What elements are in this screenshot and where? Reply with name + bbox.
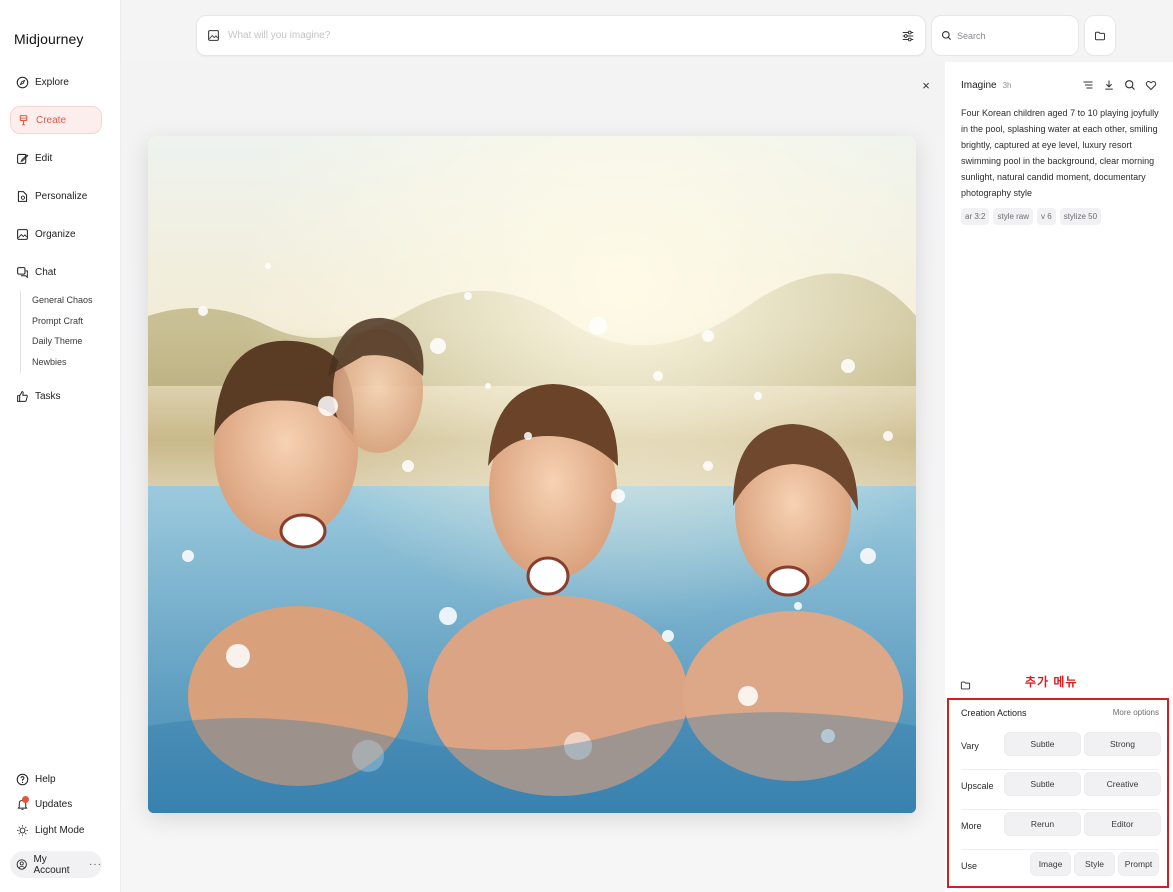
nav-chat[interactable]: Chat (10, 258, 102, 286)
nav-edit-label: Edit (35, 152, 53, 164)
nav-chat-label: Chat (35, 266, 57, 278)
account-more-icon[interactable]: ··· (89, 859, 102, 870)
menu-lines-icon[interactable] (1082, 79, 1094, 91)
nav-tasks-label: Tasks (35, 390, 61, 402)
close-viewer-button[interactable]: × (918, 78, 934, 94)
updates-notification-badge (22, 796, 29, 803)
user-avatar-icon (16, 859, 27, 870)
heart-icon[interactable] (1145, 79, 1157, 91)
folder-icon (1095, 31, 1105, 40)
chat-icon (17, 266, 28, 278)
nav-updates-label: Updates (35, 798, 73, 810)
nav-explore[interactable]: Explore (10, 68, 102, 96)
nav-organize-label: Organize (35, 228, 76, 240)
more-label: More (961, 821, 982, 831)
creation-actions: Creation Actions More options Vary Subtl… (947, 698, 1169, 888)
channel-daily-theme[interactable]: Daily Theme (32, 332, 93, 353)
thumbs-up-icon (17, 390, 28, 402)
search-input[interactable] (957, 30, 1067, 41)
prompt-text: Four Korean children aged 7 to 10 playin… (961, 108, 1159, 198)
panel-title: Imagine (961, 80, 997, 91)
nav-personalize[interactable]: Personalize (10, 182, 102, 210)
upscale-subtle-button[interactable]: Subtle (1004, 772, 1081, 796)
tag-version[interactable]: v 6 (1037, 208, 1056, 225)
compass-icon (16, 76, 29, 88)
use-image-button[interactable]: Image (1030, 852, 1071, 876)
action-row-vary: Vary Subtle Strong (949, 728, 1167, 770)
nav-personalize-label: Personalize (35, 190, 88, 202)
nav-light-mode[interactable]: Light Mode (10, 816, 102, 844)
tag-stylize[interactable]: stylize 50 (1059, 208, 1102, 225)
imagine-input[interactable] (228, 30, 901, 41)
vary-strong-button[interactable]: Strong (1084, 732, 1161, 756)
folder-icon (960, 681, 971, 690)
use-style-button[interactable]: Style (1074, 852, 1115, 876)
channel-general-chaos[interactable]: General Chaos (32, 291, 93, 312)
upscale-label: Upscale (961, 781, 994, 791)
tag-aspect-ratio[interactable]: ar 3:2 (961, 208, 990, 225)
search-box (931, 15, 1079, 56)
action-row-more: More Rerun Editor (949, 808, 1167, 850)
more-options-link[interactable]: More options (1113, 708, 1159, 717)
action-row-upscale: Upscale Subtle Creative (949, 768, 1167, 810)
generated-image[interactable] (148, 136, 916, 813)
upscale-creative-button[interactable]: Creative (1084, 772, 1161, 796)
tag-style-raw[interactable]: style raw (993, 208, 1034, 225)
brush-icon (19, 114, 28, 125)
search-zoom-icon[interactable] (1124, 79, 1136, 91)
personalize-icon (17, 190, 28, 202)
sidebar: Midjourney Explore Create Edit Personali… (0, 0, 121, 892)
nav-edit[interactable]: Edit (10, 144, 102, 172)
use-label: Use (961, 861, 978, 871)
nav-help-label: Help (35, 773, 56, 785)
creation-actions-title: Creation Actions (961, 708, 1027, 718)
nav-updates[interactable]: Updates (10, 790, 102, 818)
action-row-use: Use Image Style Prompt (949, 848, 1167, 888)
use-prompt-button[interactable]: Prompt (1118, 852, 1159, 876)
account-label: My Account (33, 853, 70, 876)
vary-subtle-button[interactable]: Subtle (1004, 732, 1081, 756)
brand-logo[interactable]: Midjourney (14, 31, 83, 47)
nav-tasks[interactable]: Tasks (10, 382, 102, 410)
rerun-button[interactable]: Rerun (1004, 812, 1081, 836)
panel-header: Imagine 3h (961, 80, 1011, 91)
account-button[interactable]: My Account ··· (10, 851, 102, 878)
panel-timestamp: 3h (1002, 81, 1012, 90)
help-icon (16, 773, 29, 785)
sun-icon (17, 824, 28, 836)
panel-toolbar (1082, 79, 1157, 91)
editor-button[interactable]: Editor (1084, 812, 1161, 836)
nav-light-mode-label: Light Mode (35, 824, 85, 836)
annotation-label: 추가 메뉴 (1025, 675, 1078, 689)
parameter-tags: ar 3:2 style raw v 6 stylize 50 (961, 208, 1102, 225)
channel-prompt-craft[interactable]: Prompt Craft (32, 312, 93, 333)
nav-organize[interactable]: Organize (10, 220, 102, 248)
settings-sliders-icon[interactable] (901, 29, 915, 43)
search-icon (941, 30, 952, 41)
add-to-folder-button[interactable] (960, 678, 971, 696)
download-icon[interactable] (1103, 79, 1115, 91)
image-upload-icon[interactable] (207, 29, 220, 42)
nav-help[interactable]: Help (10, 765, 102, 793)
vary-label: Vary (961, 741, 979, 751)
imagine-bar (196, 15, 926, 56)
nav-explore-label: Explore (35, 76, 69, 88)
nav-create-label: Create (36, 114, 67, 126)
edit-icon (17, 153, 29, 164)
channel-newbies[interactable]: Newbies (32, 353, 93, 374)
nav-create[interactable]: Create (10, 106, 102, 134)
image-gallery-icon (17, 228, 28, 240)
folder-button[interactable] (1084, 15, 1116, 56)
generated-image-graphic (148, 136, 916, 813)
chat-channel-list: General Chaos Prompt Craft Daily Theme N… (20, 291, 93, 373)
